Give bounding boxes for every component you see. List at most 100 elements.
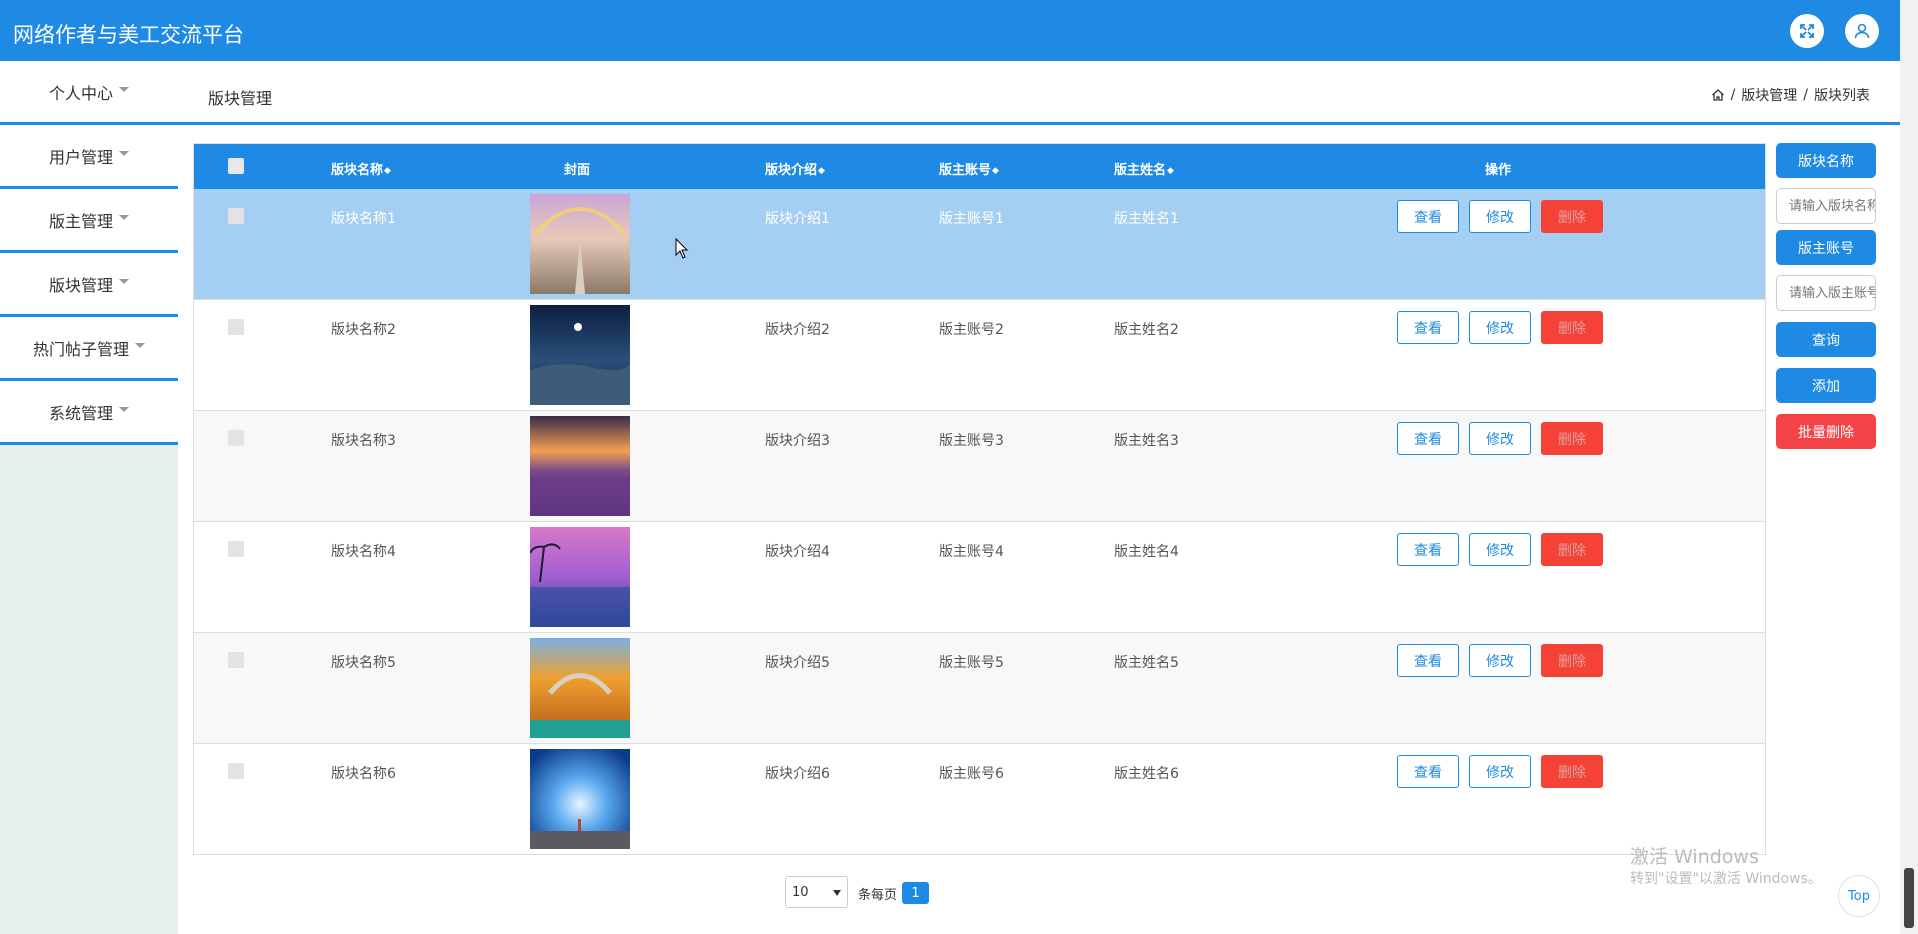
sidebar-item-hot-posts-management[interactable]: 热门帖子管理 xyxy=(0,317,178,381)
view-button[interactable]: 查看 xyxy=(1397,200,1459,233)
cell-intro: 版块介绍6 xyxy=(765,766,830,782)
cell-owner-name: 版主姓名2 xyxy=(1114,322,1179,338)
view-button[interactable]: 查看 xyxy=(1397,755,1459,788)
cell-account: 版主账号2 xyxy=(939,322,1004,338)
row-checkbox[interactable] xyxy=(228,319,244,335)
scrollbar-thumb[interactable] xyxy=(1904,868,1914,928)
column-header-account[interactable]: 版主账号◆ xyxy=(939,159,999,178)
cell-intro: 版块介绍5 xyxy=(765,655,830,671)
sidebar-item-label: 版主管理 xyxy=(48,211,113,231)
column-header-label: 操作 xyxy=(1485,163,1512,178)
cover-image xyxy=(530,638,630,738)
board-name-input[interactable] xyxy=(1776,188,1876,224)
cell-intro: 版块介绍3 xyxy=(765,433,830,449)
app-title: 网络作者与美工交流平台 xyxy=(13,23,244,47)
view-button[interactable]: 查看 xyxy=(1397,644,1459,677)
caret-down-icon xyxy=(135,343,145,348)
table-header: 版块名称◆ 封面 版块介绍◆ 版主账号◆ 版主姓名◆ 操作 xyxy=(194,144,1765,189)
table-row[interactable]: 版块名称3 版块介绍3 版主账号3 版主姓名3 查看 修改 删除 xyxy=(194,411,1765,522)
cell-intro: 版块介绍2 xyxy=(765,322,830,338)
sidebar-item-label: 版块管理 xyxy=(48,275,113,295)
sidebar-item-board-management[interactable]: 版块管理 xyxy=(0,253,178,317)
sidebar-item-system-management[interactable]: 系统管理 xyxy=(0,381,178,445)
home-icon[interactable] xyxy=(1711,88,1725,102)
table-row[interactable]: 版块名称1 版块介绍1 版主账号1 版主姓名1 查看 修改 删除 xyxy=(194,189,1765,300)
edit-button[interactable]: 修改 xyxy=(1469,644,1531,677)
breadcrumb-bar: 版块管理 / 版块管理 / 版块列表 xyxy=(178,61,1900,125)
query-button[interactable]: 查询 xyxy=(1776,322,1876,357)
cell-owner-name: 版主姓名5 xyxy=(1114,655,1179,671)
edit-button[interactable]: 修改 xyxy=(1469,311,1531,344)
table-row[interactable]: 版块名称6 版块介绍6 版主账号6 版主姓名6 查看 修改 删除 xyxy=(194,744,1765,855)
cell-account: 版主账号5 xyxy=(939,655,1004,671)
cell-name: 版块名称5 xyxy=(331,655,396,671)
row-checkbox[interactable] xyxy=(228,763,244,779)
delete-button[interactable]: 删除 xyxy=(1541,422,1603,455)
edit-button[interactable]: 修改 xyxy=(1469,533,1531,566)
cell-owner-name: 版主姓名6 xyxy=(1114,766,1179,782)
column-header-owner-name[interactable]: 版主姓名◆ xyxy=(1114,159,1174,178)
batch-delete-button[interactable]: 批量删除 xyxy=(1776,414,1876,449)
fullscreen-icon[interactable] xyxy=(1790,14,1824,48)
page-size-label: 条每页 xyxy=(858,888,898,903)
delete-button[interactable]: 删除 xyxy=(1541,200,1603,233)
row-checkbox[interactable] xyxy=(228,208,244,224)
column-header-name[interactable]: 版块名称◆ xyxy=(331,159,391,178)
breadcrumb-separator: / xyxy=(1803,87,1808,103)
sort-icon: ◆ xyxy=(384,165,391,176)
table-row[interactable]: 版块名称5 版块介绍5 版主账号5 版主姓名5 查看 修改 删除 xyxy=(194,633,1765,744)
edit-button[interactable]: 修改 xyxy=(1469,422,1531,455)
cell-account: 版主账号4 xyxy=(939,544,1004,560)
row-checkbox[interactable] xyxy=(228,430,244,446)
view-button[interactable]: 查看 xyxy=(1397,533,1459,566)
delete-button[interactable]: 删除 xyxy=(1541,311,1603,344)
column-header-intro[interactable]: 版块介绍◆ xyxy=(765,159,825,178)
windows-activation-title: 激活 Windows xyxy=(1630,846,1759,868)
view-button[interactable]: 查看 xyxy=(1397,422,1459,455)
column-header-label: 封面 xyxy=(564,163,591,178)
page-title: 版块管理 xyxy=(208,89,273,108)
page-size-select[interactable]: 10 xyxy=(785,876,848,908)
add-button[interactable]: 添加 xyxy=(1776,368,1876,403)
sidebar-item-moderator-management[interactable]: 版主管理 xyxy=(0,189,178,253)
caret-down-icon xyxy=(119,87,129,92)
caret-down-icon xyxy=(119,407,129,412)
edit-button[interactable]: 修改 xyxy=(1469,755,1531,788)
cell-name: 版块名称6 xyxy=(331,766,396,782)
edit-button[interactable]: 修改 xyxy=(1469,200,1531,233)
sidebar-item-personal-center[interactable]: 个人中心 xyxy=(0,61,178,125)
breadcrumb-item-board-management[interactable]: 版块管理 xyxy=(1741,85,1797,105)
row-checkbox[interactable] xyxy=(228,652,244,668)
cell-intro: 版块介绍4 xyxy=(765,544,830,560)
caret-down-icon xyxy=(119,279,129,284)
column-header-label: 版块介绍 xyxy=(765,163,818,178)
sidebar-item-user-management[interactable]: 用户管理 xyxy=(0,125,178,189)
cover-image xyxy=(530,749,630,849)
column-header-cover: 封面 xyxy=(564,159,590,178)
user-icon[interactable] xyxy=(1845,14,1879,48)
page-scrollbar[interactable] xyxy=(1900,0,1918,934)
row-checkbox[interactable] xyxy=(228,541,244,557)
view-button[interactable]: 查看 xyxy=(1397,311,1459,344)
page-size-value: 10 xyxy=(792,884,809,900)
cell-name: 版块名称1 xyxy=(331,211,396,227)
select-all-checkbox[interactable] xyxy=(228,158,244,174)
back-to-top-button[interactable]: Top xyxy=(1838,875,1880,917)
table-row[interactable]: 版块名称4 版块介绍4 版主账号4 版主姓名4 查看 修改 删除 xyxy=(194,522,1765,633)
cover-image xyxy=(530,527,630,627)
delete-button[interactable]: 删除 xyxy=(1541,644,1603,677)
delete-button[interactable]: 删除 xyxy=(1541,533,1603,566)
cover-image xyxy=(530,194,630,294)
page-button-current[interactable]: 1 xyxy=(902,882,929,904)
cell-account: 版主账号1 xyxy=(939,211,1004,227)
moderator-account-input[interactable] xyxy=(1776,275,1876,311)
table-row[interactable]: 版块名称2 版块介绍2 版主账号2 版主姓名2 查看 修改 删除 xyxy=(194,300,1765,411)
breadcrumb: / 版块管理 / 版块列表 xyxy=(1711,85,1870,105)
sidebar-item-label: 热门帖子管理 xyxy=(32,339,129,359)
windows-activation-subtitle: 转到"设置"以激活 Windows。 xyxy=(1630,871,1822,887)
delete-button[interactable]: 删除 xyxy=(1541,755,1603,788)
cell-owner-name: 版主姓名3 xyxy=(1114,433,1179,449)
breadcrumb-item-board-list: 版块列表 xyxy=(1814,88,1870,104)
column-header-label: 版主姓名 xyxy=(1114,163,1167,178)
cell-intro: 版块介绍1 xyxy=(765,211,830,227)
